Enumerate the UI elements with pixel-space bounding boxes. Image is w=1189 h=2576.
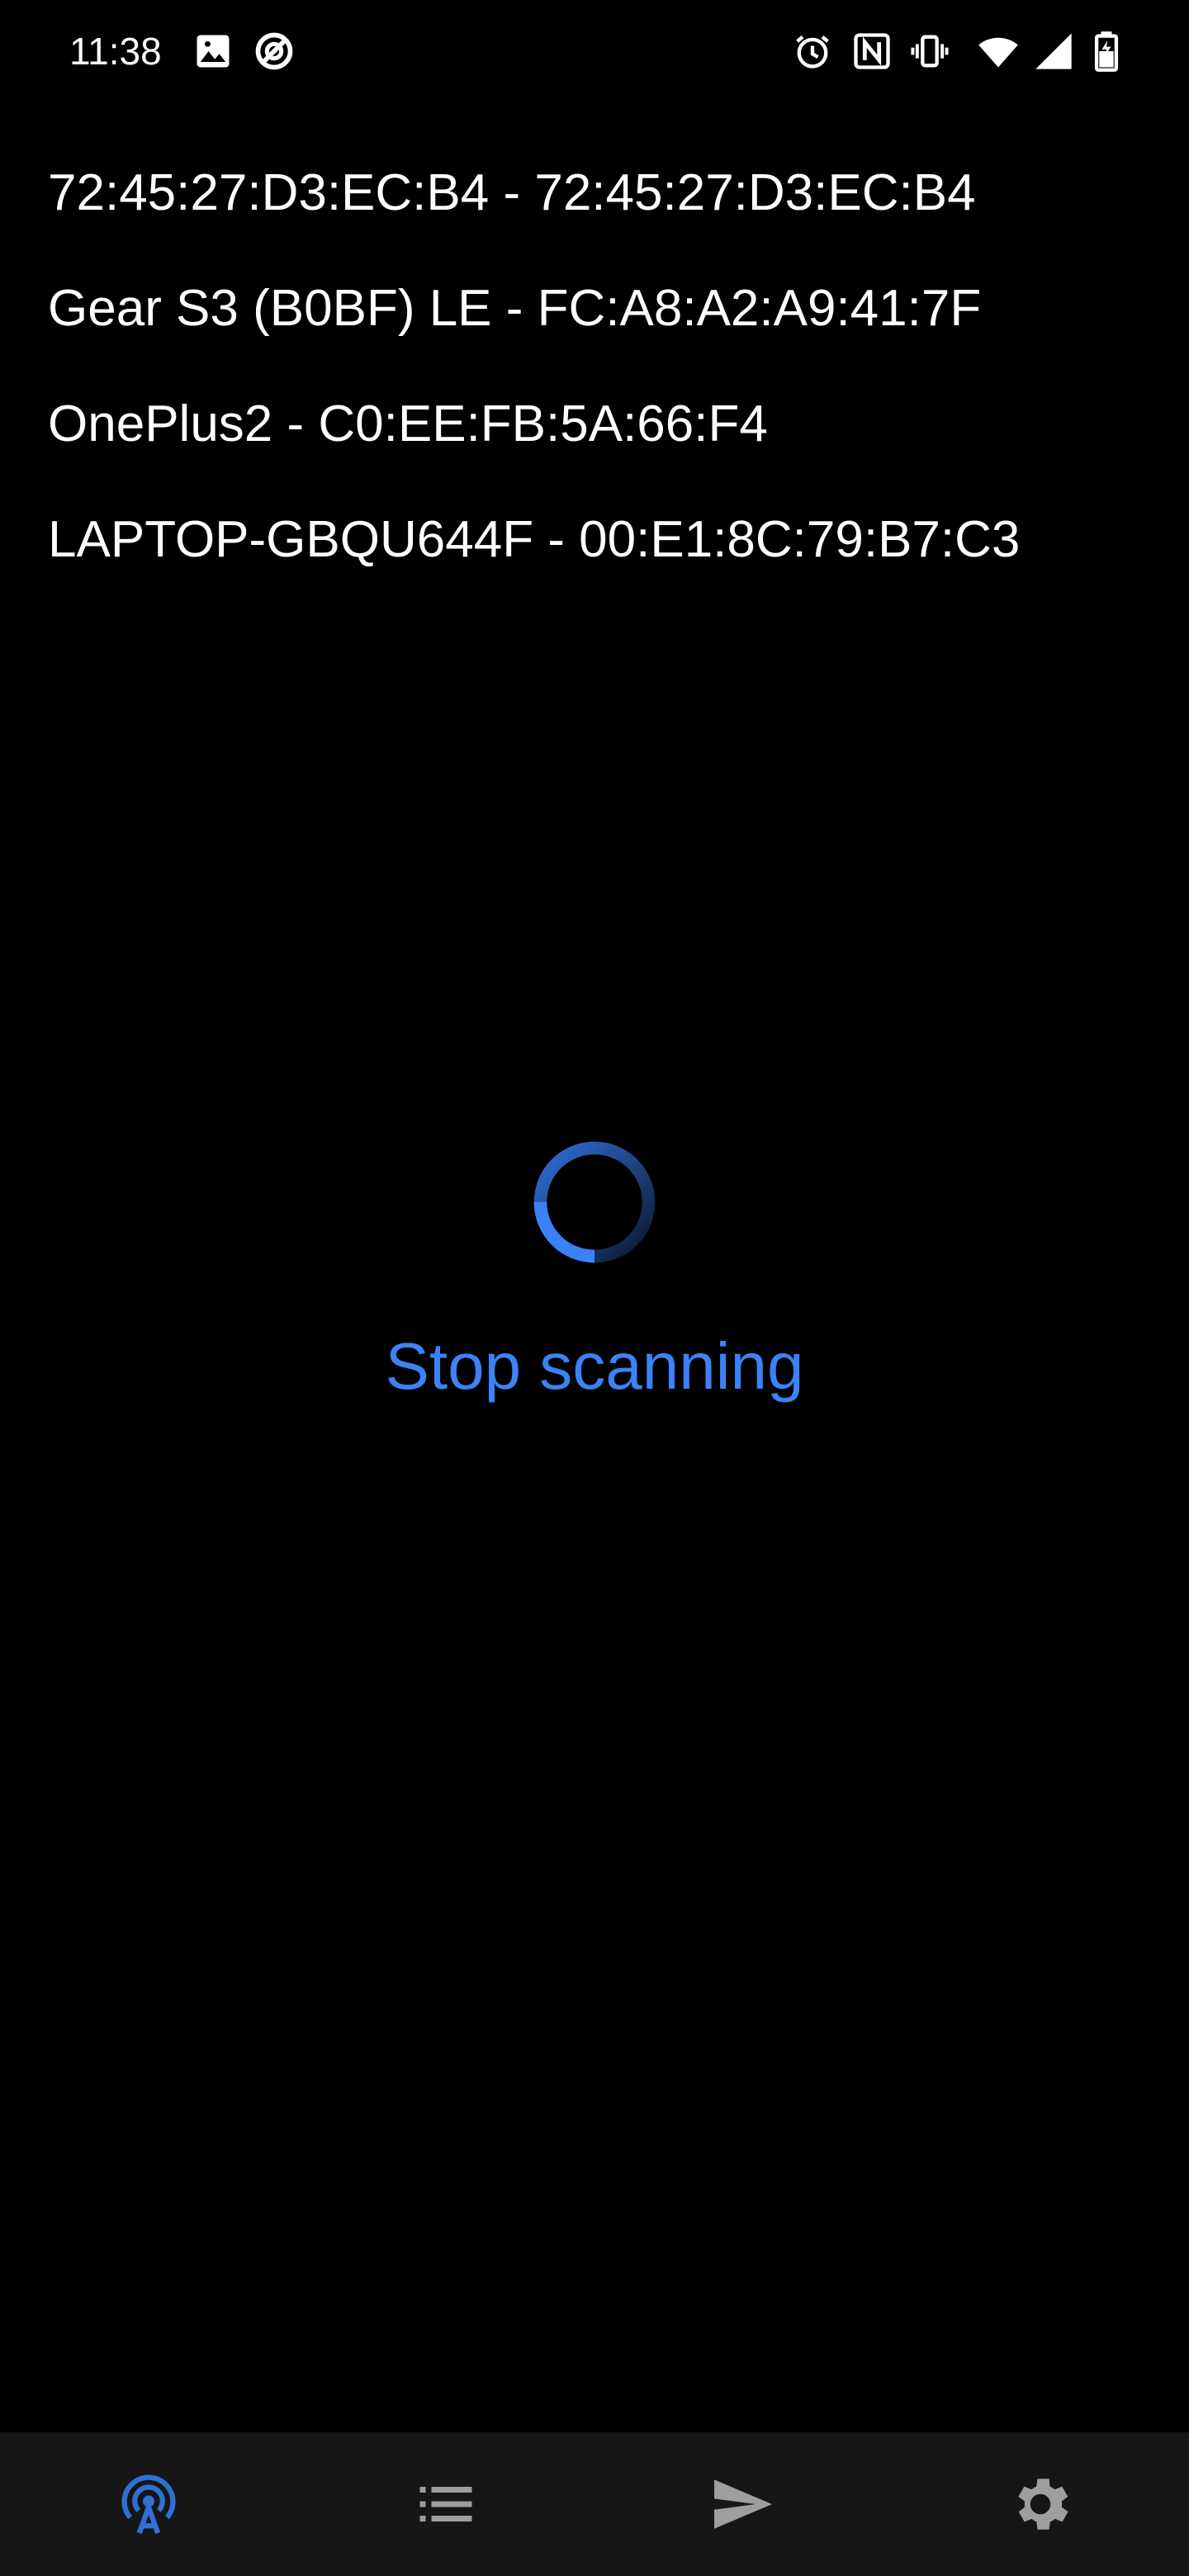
status-time: 11:38 [69, 30, 162, 73]
battery-icon [1090, 30, 1123, 73]
device-item[interactable]: OnePlus2 - C0:EE:FB:5A:66:F4 [0, 380, 1189, 495]
bottom-nav [0, 2432, 1189, 2576]
settings-gear-icon [1018, 2479, 1068, 2530]
scan-antenna-icon [121, 2474, 176, 2535]
image-icon [192, 30, 234, 73]
nav-item-send[interactable] [594, 2432, 892, 2576]
status-bar: 11:38 [0, 0, 1189, 107]
device-list: 72:45:27:D3:EC:B4 - 72:45:27:D3:EC:B4 Ge… [0, 149, 1189, 611]
wifi-icon [973, 30, 1024, 73]
nfc-icon [850, 30, 893, 73]
nav-item-list[interactable] [297, 2432, 594, 2576]
do-not-disturb-icon [253, 30, 296, 73]
nav-item-settings[interactable] [892, 2432, 1189, 2576]
device-item[interactable]: Gear S3 (B0BF) LE - FC:A8:A2:A9:41:7F [0, 264, 1189, 380]
device-item[interactable]: LAPTOP-GBQU644F - 00:E1:8C:79:B7:C3 [0, 495, 1189, 611]
nav-item-scan[interactable] [0, 2432, 297, 2576]
stop-scanning-button[interactable]: Stop scanning [0, 1321, 1189, 1412]
device-item[interactable]: 72:45:27:D3:EC:B4 - 72:45:27:D3:EC:B4 [0, 149, 1189, 264]
send-icon [714, 2479, 772, 2529]
list-icon [419, 2487, 472, 2522]
cell-signal-icon [1032, 30, 1075, 73]
loading-spinner-icon [530, 1138, 659, 1267]
vibrate-icon [908, 30, 951, 73]
alarm-icon [791, 30, 834, 73]
